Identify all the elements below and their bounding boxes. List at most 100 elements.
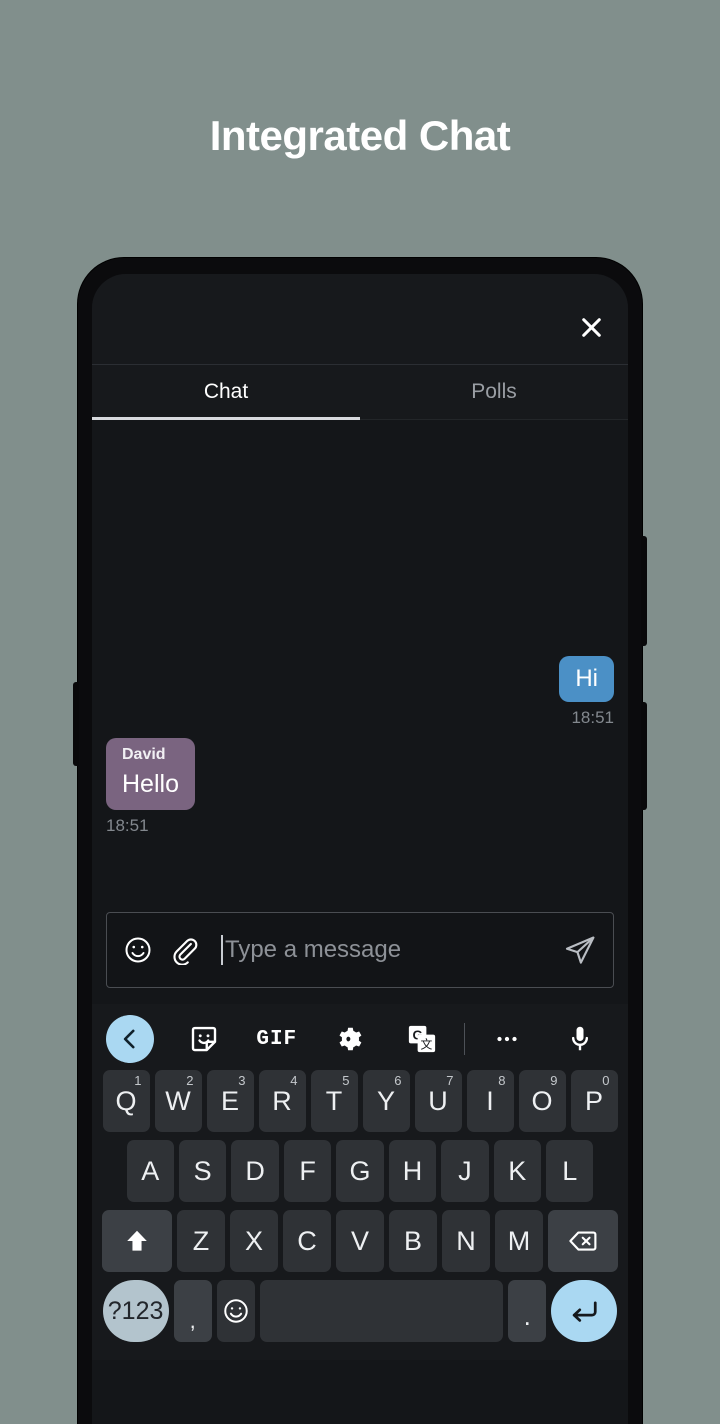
space-key[interactable] <box>259 1280 504 1342</box>
translate-button[interactable]: G 文 <box>386 1024 459 1054</box>
message-row-incoming: David Hello 18:51 <box>106 738 195 836</box>
settings-button[interactable] <box>313 1024 386 1054</box>
key-y[interactable]: 6 Y <box>362 1070 410 1132</box>
key-h[interactable]: H <box>388 1140 437 1202</box>
message-timestamp: 18:51 <box>106 816 149 835</box>
message-list[interactable]: Hi 18:51 David Hello 18:51 <box>92 420 628 912</box>
message-row-outgoing: Hi 18:51 <box>559 656 614 728</box>
message-input-placeholder: Type a message <box>225 936 402 963</box>
key-i[interactable]: 8 I <box>466 1070 514 1132</box>
tab-polls[interactable]: Polls <box>360 365 628 419</box>
svg-text:文: 文 <box>420 1037 432 1051</box>
keyboard-row-1: 1 Q 2 W 3 E 4 R 5 T 6 Y 7 U 8 I 9 O 0 P <box>98 1070 622 1132</box>
send-icon[interactable] <box>563 933 597 967</box>
key-f[interactable]: F <box>283 1140 332 1202</box>
key-v[interactable]: V <box>336 1210 384 1272</box>
comma-key[interactable]: , <box>173 1280 212 1342</box>
key-s[interactable]: S <box>178 1140 227 1202</box>
phone-volume-button <box>641 536 647 646</box>
key-b[interactable]: B <box>389 1210 437 1272</box>
enter-key[interactable] <box>551 1280 618 1342</box>
message-timestamp: 18:51 <box>571 708 614 727</box>
phone-power-button <box>641 702 647 810</box>
paperclip-icon[interactable] <box>169 935 199 965</box>
key-superscript: 2 <box>186 1073 194 1088</box>
key-z[interactable]: Z <box>177 1210 226 1272</box>
key-r[interactable]: 4 R <box>258 1070 306 1132</box>
backspace-key[interactable] <box>547 1210 618 1272</box>
key-superscript: 3 <box>238 1073 246 1088</box>
key-d[interactable]: D <box>231 1140 279 1202</box>
gear-icon <box>334 1024 364 1054</box>
phone-frame: Chat Polls Hi 18:51 David Hello 18:51 Ty… <box>73 258 647 1424</box>
tab-chat[interactable]: Chat <box>92 365 360 420</box>
key-label: U <box>428 1085 448 1116</box>
key-superscript: 4 <box>290 1073 298 1088</box>
key-superscript: 8 <box>498 1073 506 1088</box>
key-l[interactable]: L <box>546 1140 594 1202</box>
tab-polls-label: Polls <box>471 380 517 403</box>
key-q[interactable]: 1 Q <box>102 1070 150 1132</box>
text-caret <box>221 935 223 965</box>
backspace-icon <box>568 1226 598 1256</box>
emoji-icon[interactable] <box>123 935 153 965</box>
composer-area: Type a message <box>92 912 628 1004</box>
key-c[interactable]: C <box>283 1210 332 1272</box>
emoji-key[interactable] <box>216 1280 255 1342</box>
more-button[interactable] <box>471 1024 544 1054</box>
sticker-button[interactable] <box>168 1024 241 1054</box>
message-input[interactable]: Type a message <box>221 930 563 970</box>
key-o[interactable]: 9 O <box>518 1070 566 1132</box>
microphone-icon <box>565 1024 595 1054</box>
message-bubble-outgoing[interactable]: Hi <box>559 656 614 702</box>
phone-side-button <box>73 682 79 766</box>
symbols-key[interactable]: ?123 <box>102 1280 169 1342</box>
comma-label: , <box>189 1308 196 1333</box>
enter-arrow-icon <box>569 1296 599 1326</box>
back-button[interactable] <box>106 1015 154 1063</box>
close-icon[interactable] <box>576 312 606 342</box>
ellipsis-icon <box>492 1024 522 1054</box>
translate-icon: G 文 <box>407 1024 437 1054</box>
key-superscript: 1 <box>134 1073 142 1088</box>
key-m[interactable]: M <box>494 1210 543 1272</box>
key-w[interactable]: 2 W <box>154 1070 202 1132</box>
on-screen-keyboard: GIF G 文 1 Q 2 W 3 E 4 R 5 T 6 Y 7 U 8 I … <box>92 1004 628 1360</box>
key-a[interactable]: A <box>126 1140 174 1202</box>
key-u[interactable]: 7 U <box>414 1070 462 1132</box>
key-k[interactable]: K <box>493 1140 542 1202</box>
key-label: Y <box>376 1085 395 1116</box>
key-label: E <box>220 1085 239 1116</box>
key-x[interactable]: X <box>230 1210 279 1272</box>
key-label: T <box>325 1085 343 1116</box>
key-n[interactable]: N <box>441 1210 490 1272</box>
period-key[interactable]: . <box>508 1280 547 1342</box>
key-label: R <box>272 1085 292 1116</box>
key-t[interactable]: 5 T <box>310 1070 358 1132</box>
key-superscript: 9 <box>550 1073 558 1088</box>
phone-screen: Chat Polls Hi 18:51 David Hello 18:51 Ty… <box>92 274 628 1424</box>
key-label: I <box>486 1085 494 1116</box>
tab-bar: Chat Polls <box>92 364 628 420</box>
chat-header <box>92 274 628 364</box>
key-g[interactable]: G <box>336 1140 384 1202</box>
shift-arrow-icon <box>123 1227 151 1255</box>
keyboard-row-2: A S D F G H J K L <box>98 1140 622 1202</box>
toolbar-divider <box>464 1023 465 1055</box>
mic-button[interactable] <box>544 1024 617 1054</box>
key-superscript: 7 <box>446 1073 454 1088</box>
keyboard-toolbar: GIF G 文 <box>98 1008 622 1070</box>
sticker-icon <box>189 1024 219 1054</box>
key-p[interactable]: 0 P <box>570 1070 618 1132</box>
message-text: Hello <box>122 770 179 798</box>
emoji-icon <box>222 1297 250 1325</box>
key-e[interactable]: 3 E <box>206 1070 254 1132</box>
shift-key[interactable] <box>102 1210 173 1272</box>
message-composer[interactable]: Type a message <box>106 912 614 988</box>
message-text: Hi <box>575 665 598 692</box>
message-bubble-incoming[interactable]: David Hello <box>106 738 195 810</box>
key-label: W <box>165 1085 191 1116</box>
gif-button[interactable]: GIF <box>241 1028 314 1051</box>
key-j[interactable]: J <box>441 1140 489 1202</box>
keyboard-row-4: ?123 , . <box>98 1280 622 1342</box>
